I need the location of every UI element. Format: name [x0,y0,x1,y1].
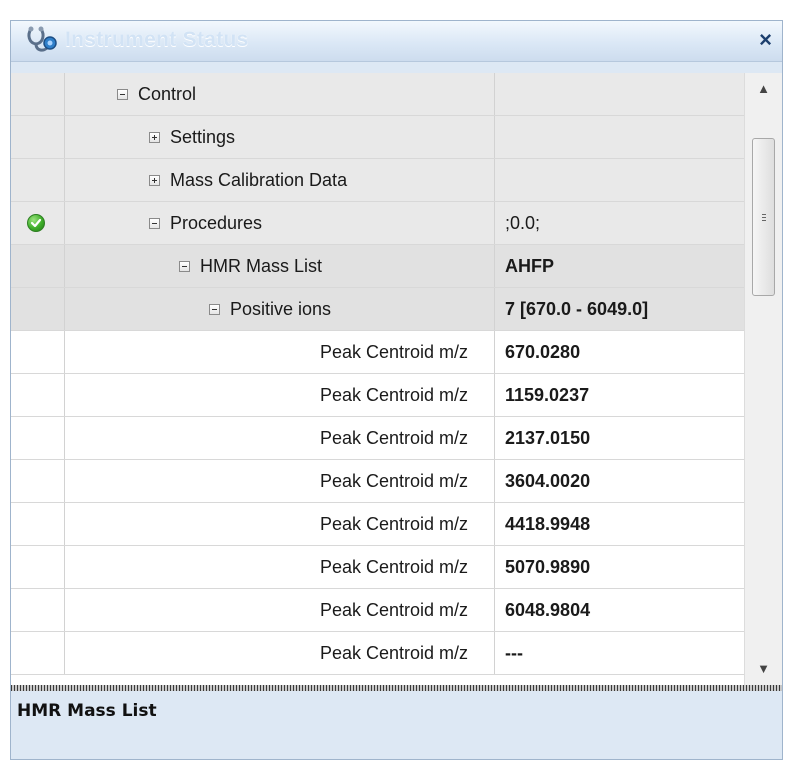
title-bar[interactable]: Instrument Status × [11,21,782,62]
row-label: Peak Centroid m/z [319,385,468,405]
label-cell: Positive ions [65,288,495,330]
description-pane: HMR Mass List [11,691,782,759]
check-icon [27,214,45,232]
status-cell [11,245,65,287]
collapse-icon[interactable] [179,261,190,272]
tree-row-procedures[interactable]: Procedures ;0.0; [11,202,744,245]
grip-line [762,214,766,215]
row-label: Control [138,84,197,104]
label-cell: HMR Mass List [65,245,495,287]
stethoscope-icon [25,25,59,55]
value-cell: ;0.0; [495,202,744,244]
status-cell [11,288,65,330]
row-value: 6048.9804 [505,600,591,620]
row-value: AHFP [505,256,554,276]
row-value: 4418.9948 [505,514,591,534]
scroll-down-arrow-icon[interactable]: ▼ [745,655,782,683]
row-label: Peak Centroid m/z [319,643,468,663]
row-value: 3604.0020 [505,471,591,491]
row-value: 2137.0150 [505,428,591,448]
status-cell [11,73,65,115]
table-row[interactable]: Peak Centroid m/z 1159.0237 [11,374,744,417]
row-value: ;0.0; [505,213,541,233]
row-label: HMR Mass List [200,256,323,276]
table-row[interactable]: Peak Centroid m/z 6048.9804 [11,589,744,632]
value-cell [495,73,744,115]
row-label: Positive ions [230,299,332,319]
row-label: Mass Calibration Data [170,170,348,190]
table-row[interactable]: Peak Centroid m/z 5070.9890 [11,546,744,589]
close-button[interactable]: × [759,27,772,53]
tree-row-positive-ions[interactable]: Positive ions 7 [670.0 - 6049.0] [11,288,744,331]
window-title: Instrument Status [65,28,249,51]
row-value: 7 [670.0 - 6049.0] [505,299,649,319]
value-cell [495,116,744,158]
row-label: Peak Centroid m/z [319,514,468,534]
table-row[interactable]: Peak Centroid m/z --- [11,632,744,675]
row-value: 670.0280 [505,342,581,362]
expand-icon[interactable] [149,175,160,186]
instrument-status-window: Instrument Status × Control Settings Mas… [10,20,783,760]
collapse-icon[interactable] [117,89,128,100]
collapse-icon[interactable] [209,304,220,315]
table-row[interactable]: Peak Centroid m/z 2137.0150 [11,417,744,460]
row-value: 5070.9890 [505,557,591,577]
table-row[interactable]: Peak Centroid m/z 3604.0020 [11,460,744,503]
status-cell [11,116,65,158]
grip-line [762,220,766,221]
label-cell: Mass Calibration Data [65,159,495,201]
tree-row-control[interactable]: Control [11,73,744,116]
status-cell [11,202,65,244]
row-label: Procedures [170,213,263,233]
scroll-up-arrow-icon[interactable]: ▲ [745,75,782,103]
row-label: Peak Centroid m/z [319,557,468,577]
tree-row-settings[interactable]: Settings [11,116,744,159]
value-cell: 7 [670.0 - 6049.0] [495,288,744,330]
label-cell: Control [65,73,495,115]
row-label: Peak Centroid m/z [319,428,468,448]
row-label: Peak Centroid m/z [319,342,468,362]
tree-row-hmr-mass-list[interactable]: HMR Mass List AHFP [11,245,744,288]
expand-icon[interactable] [149,132,160,143]
table-row[interactable]: Peak Centroid m/z 670.0280 [11,331,744,374]
description-title: HMR Mass List [17,701,157,721]
row-label: Peak Centroid m/z [319,600,468,620]
row-label: Settings [170,127,236,147]
row-label: Peak Centroid m/z [319,471,468,491]
row-value: 1159.0237 [505,385,590,405]
label-cell: Settings [65,116,495,158]
label-cell: Procedures [65,202,495,244]
tree-row-mass-calibration-data[interactable]: Mass Calibration Data [11,159,744,202]
scroll-thumb[interactable] [752,138,775,296]
value-cell: AHFP [495,245,744,287]
row-value: --- [505,643,523,663]
grip-line [762,217,766,218]
collapse-icon[interactable] [149,218,160,229]
table-row[interactable]: Peak Centroid m/z 4418.9948 [11,503,744,546]
vertical-scrollbar[interactable]: ▲ ▼ [744,73,782,685]
property-grid: Control Settings Mass Calibration Data P… [11,73,744,685]
value-cell [495,159,744,201]
status-cell [11,159,65,201]
